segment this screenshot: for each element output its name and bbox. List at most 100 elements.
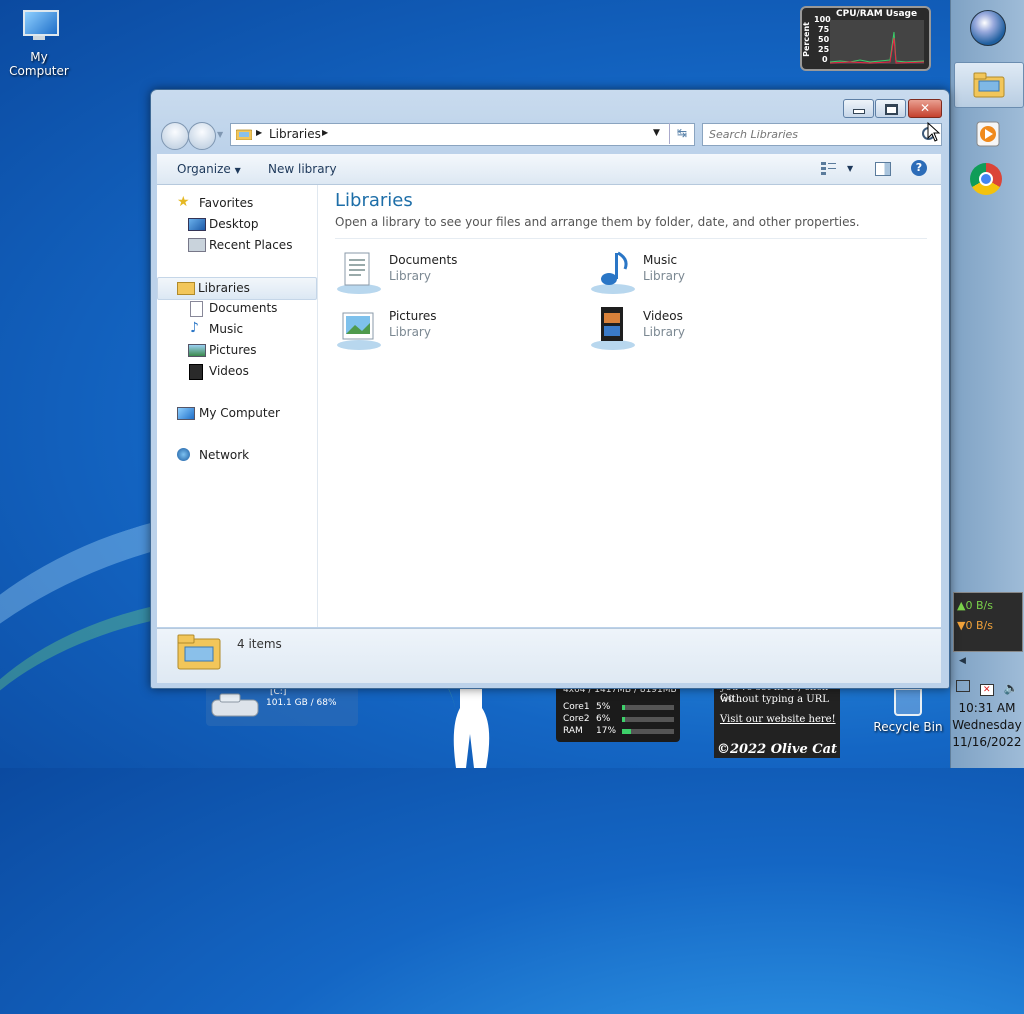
- ram-meter-gadget: 4x64 / 1417MB / 8191MB Core1 5% Core2 6%…: [556, 682, 680, 742]
- taskbar-button-media-player[interactable]: [954, 112, 1022, 156]
- libraries-icon: [177, 282, 195, 295]
- help-icon[interactable]: ?: [911, 160, 927, 176]
- videos-library-icon: [591, 307, 635, 350]
- view-options-chevron-icon[interactable]: ▼: [847, 164, 853, 173]
- music-library-icon: [591, 251, 635, 294]
- nav-label: Recent Places: [209, 238, 293, 252]
- tray-expand-arrow-icon[interactable]: ◀: [959, 656, 966, 666]
- action-center-flag-icon[interactable]: ✕: [979, 684, 994, 696]
- library-type: Library: [643, 269, 685, 283]
- documents-icon: [190, 301, 203, 317]
- ram-label: RAM: [563, 726, 583, 736]
- library-name: Pictures: [389, 309, 437, 323]
- computer-icon: [19, 8, 59, 40]
- download-speed: 0 B/s: [965, 619, 993, 632]
- close-button[interactable]: ✕: [908, 99, 942, 118]
- gadget-tick: 75: [818, 25, 830, 34]
- search-box[interactable]: [702, 123, 942, 146]
- organize-button[interactable]: Organize ▼: [177, 162, 241, 176]
- desktop-icon-recycle-bin[interactable]: Recycle Bin: [870, 684, 946, 734]
- forward-button[interactable]: [188, 122, 216, 150]
- nav-item-documents[interactable]: Documents: [157, 298, 315, 319]
- page-description: Open a library to see your files and arr…: [335, 215, 860, 229]
- library-item-videos[interactable]: Videos Library: [589, 303, 819, 355]
- libraries-icon: [236, 129, 252, 140]
- documents-library-icon: [337, 252, 381, 294]
- library-name: Videos: [643, 309, 683, 323]
- nav-label: Desktop: [209, 217, 259, 231]
- breadcrumb-arrow-icon[interactable]: ▶: [256, 128, 262, 137]
- nav-item-my-computer[interactable]: My Computer: [157, 403, 315, 424]
- libraries-folder-icon: [177, 634, 221, 670]
- minimize-button[interactable]: [843, 99, 874, 118]
- drive-gadget: [C:] 101.1 GB / 68%: [206, 686, 358, 726]
- breadcrumb-libraries[interactable]: Libraries: [269, 127, 321, 141]
- nav-item-favorites[interactable]: ★ Favorites: [157, 193, 315, 214]
- news-footer: ©2022 Olive Cat: [717, 742, 838, 757]
- library-item-documents[interactable]: Documents Library: [335, 247, 565, 299]
- ram-value: 17%: [596, 726, 617, 736]
- core1-bar: [622, 705, 674, 710]
- content-area: ★ Favorites Desktop Recent Places Librar…: [157, 185, 941, 627]
- pictures-library-icon: [337, 312, 381, 350]
- nav-label: Pictures: [209, 343, 257, 357]
- nav-label: Network: [199, 448, 250, 462]
- computer-icon: [177, 407, 195, 420]
- core2-bar: [622, 717, 674, 722]
- nav-item-libraries[interactable]: Libraries: [157, 277, 317, 300]
- library-item-music[interactable]: Music Library: [589, 247, 819, 299]
- library-item-pictures[interactable]: Pictures Library: [335, 303, 565, 355]
- nav-item-videos[interactable]: Videos: [157, 361, 315, 382]
- nav-item-desktop[interactable]: Desktop: [157, 214, 315, 235]
- breadcrumb-arrow-icon[interactable]: ▶: [322, 128, 328, 137]
- nav-item-pictures[interactable]: Pictures: [157, 340, 315, 361]
- details-pane: 4 items: [157, 628, 941, 683]
- cpu-ram-usage-gadget[interactable]: CPU/RAM Usage Percent 100 75 50 25 0: [800, 6, 931, 71]
- gadget-tick: 0: [822, 55, 828, 64]
- hard-drive-icon: [211, 693, 259, 717]
- search-input[interactable]: [707, 124, 911, 145]
- gadget-tick: 50: [818, 35, 830, 44]
- network-speed-gadget: ▲0 B/s ▼0 B/s: [953, 592, 1023, 652]
- library-name: Documents: [389, 253, 458, 267]
- network-tray-icon[interactable]: [956, 680, 970, 692]
- change-view-icon[interactable]: [821, 161, 837, 178]
- clock[interactable]: 10:31 AM Wednesday 11/16/2022: [952, 700, 1022, 751]
- network-icon: [177, 448, 190, 461]
- core2-value: 6%: [596, 714, 611, 724]
- desktop-icon-label: Recycle Bin: [873, 720, 943, 734]
- new-library-button[interactable]: New library: [268, 162, 337, 176]
- gadget-tick: 100: [814, 15, 831, 24]
- pictures-icon: [188, 344, 206, 357]
- desktop-icon-label: My Computer: [9, 50, 69, 78]
- preview-pane-icon[interactable]: [875, 162, 891, 176]
- back-button[interactable]: [161, 122, 189, 150]
- divider: [335, 238, 927, 239]
- chrome-icon[interactable]: [970, 163, 1002, 195]
- core1-label: Core1: [563, 702, 590, 712]
- address-bar[interactable]: ▶ Libraries ▶ ▼: [230, 123, 695, 146]
- news-text-line2: without typing a URL: [720, 694, 829, 705]
- taskbar-button-explorer[interactable]: [954, 62, 1024, 108]
- nav-label: Videos: [209, 364, 249, 378]
- recent-places-icon: [188, 238, 206, 252]
- volume-icon[interactable]: 🔈: [1004, 681, 1019, 695]
- desktop-icon-my-computer[interactable]: My Computer: [0, 8, 78, 78]
- gadget-ylabel: Percent: [802, 22, 811, 57]
- close-icon: ✕: [919, 101, 931, 115]
- system-tray: ✕ 🔈: [956, 680, 1022, 696]
- start-orb-icon[interactable]: [970, 10, 1006, 46]
- command-bar: Organize ▼ New library ▼ ?: [157, 154, 941, 185]
- nav-item-music[interactable]: ♪ Music: [157, 319, 315, 340]
- ram-bar: [622, 729, 674, 734]
- refresh-button[interactable]: ↹: [669, 123, 694, 144]
- nav-item-network[interactable]: Network: [157, 445, 315, 466]
- address-dropdown-icon[interactable]: ▼: [653, 128, 660, 138]
- maximize-button[interactable]: [875, 99, 906, 118]
- recent-pages-chevron-icon[interactable]: ▼: [217, 130, 223, 139]
- news-website-link[interactable]: Visit our website here!: [720, 714, 836, 725]
- usage-graph: [830, 20, 924, 64]
- library-type: Library: [643, 325, 685, 339]
- nav-item-recent-places[interactable]: Recent Places: [157, 235, 315, 256]
- clock-day: Wednesday: [952, 718, 1022, 732]
